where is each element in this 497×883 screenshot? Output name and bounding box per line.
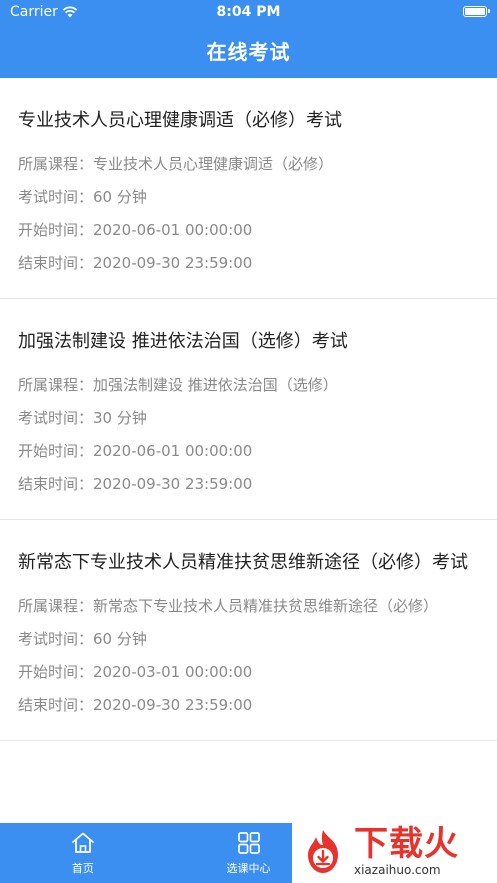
battery-icon [463, 6, 490, 17]
home-icon [71, 832, 94, 853]
course-row: 所属课程： 专业技术人员心理健康调适（必修） [18, 148, 479, 181]
course-value: 加强法制建设 推进依法治国（选修） [93, 376, 338, 394]
status-bar: Carrier 8:04 PM [0, 0, 497, 26]
exam-card[interactable]: 专业技术人员心理健康调适（必修）考试 所属课程： 专业技术人员心理健康调适（必修… [0, 78, 497, 299]
tab-home-label: 首页 [71, 862, 94, 875]
start-time-row: 开始时间： 2020-06-01 00:00:00 [18, 214, 479, 247]
duration-row: 考试时间： 60 分钟 [18, 623, 479, 656]
end-time-row: 结束时间： 2020-09-30 23:59:00 [18, 689, 479, 722]
end-time-value: 2020-09-30 23:59:00 [93, 475, 253, 493]
app-header: Carrier 8:04 PM 在线考试 [0, 0, 497, 78]
course-value: 新常态下专业技术人员精准扶贫思维新途径（必修） [93, 597, 439, 615]
end-time-label: 结束时间： [18, 475, 94, 493]
exam-title[interactable]: 加强法制建设 推进依法治国（选修）考试 [18, 325, 479, 359]
watermark-url: xiazaihuo.com [354, 863, 441, 877]
course-label: 所属课程： [18, 155, 94, 173]
start-time-label: 开始时间： [18, 221, 94, 239]
exam-list[interactable]: 专业技术人员心理健康调适（必修）考试 所属课程： 专业技术人员心理健康调适（必修… [0, 78, 497, 823]
duration-value: 60 分钟 [93, 188, 147, 206]
start-time-label: 开始时间： [18, 663, 94, 681]
course-label: 所属课程： [18, 376, 94, 394]
exam-title[interactable]: 专业技术人员心理健康调适（必修）考试 [18, 104, 479, 138]
exam-card[interactable]: 新常态下专业技术人员精准扶贫思维新途径（必修）考试 所属课程： 新常态下专业技术… [0, 520, 497, 741]
end-time-label: 结束时间： [18, 696, 94, 714]
start-time-value: 2020-06-01 00:00:00 [93, 221, 253, 239]
end-time-row: 结束时间： 2020-09-30 23:59:00 [18, 468, 479, 501]
exam-title[interactable]: 新常态下专业技术人员精准扶贫思维新途径（必修）考试 [18, 546, 479, 580]
exam-card[interactable]: 加强法制建设 推进依法治国（选修）考试 所属课程： 加强法制建设 推进依法治国（… [0, 299, 497, 520]
start-time-value: 2020-06-01 00:00:00 [93, 442, 253, 460]
tab-course-center-label: 选课中心 [226, 862, 271, 875]
end-time-value: 2020-09-30 23:59:00 [93, 254, 253, 272]
course-label: 所属课程： [18, 597, 94, 615]
course-row: 所属课程： 加强法制建设 推进依法治国（选修） [18, 369, 479, 402]
watermark-brand: 下载火 [354, 824, 459, 864]
duration-row: 考试时间： 60 分钟 [18, 181, 479, 214]
end-time-label: 结束时间： [18, 254, 94, 272]
status-time: 8:04 PM [216, 4, 281, 20]
duration-label: 考试时间： [18, 188, 94, 206]
flame-logo-icon [308, 829, 338, 873]
start-time-row: 开始时间： 2020-03-01 00:00:00 [18, 656, 479, 689]
grid-icon [237, 832, 260, 854]
course-row: 所属课程： 新常态下专业技术人员精准扶贫思维新途径（必修） [18, 590, 479, 623]
end-time-row: 结束时间： 2020-09-30 23:59:00 [18, 247, 479, 280]
watermark: 下载火 xiazaihuo.com [292, 820, 497, 883]
end-time-value: 2020-09-30 23:59:00 [93, 696, 253, 714]
start-time-label: 开始时间： [18, 442, 94, 460]
duration-label: 考试时间： [18, 409, 94, 427]
duration-row: 考试时间： 30 分钟 [18, 402, 479, 435]
duration-value: 30 分钟 [93, 409, 147, 427]
page-title: 在线考试 [206, 40, 291, 64]
duration-value: 60 分钟 [93, 630, 147, 648]
tab-home[interactable]: 首页 [0, 823, 166, 883]
start-time-value: 2020-03-01 00:00:00 [93, 663, 253, 681]
start-time-row: 开始时间： 2020-06-01 00:00:00 [18, 435, 479, 468]
duration-label: 考试时间： [18, 630, 94, 648]
course-value: 专业技术人员心理健康调适（必修） [93, 155, 334, 173]
